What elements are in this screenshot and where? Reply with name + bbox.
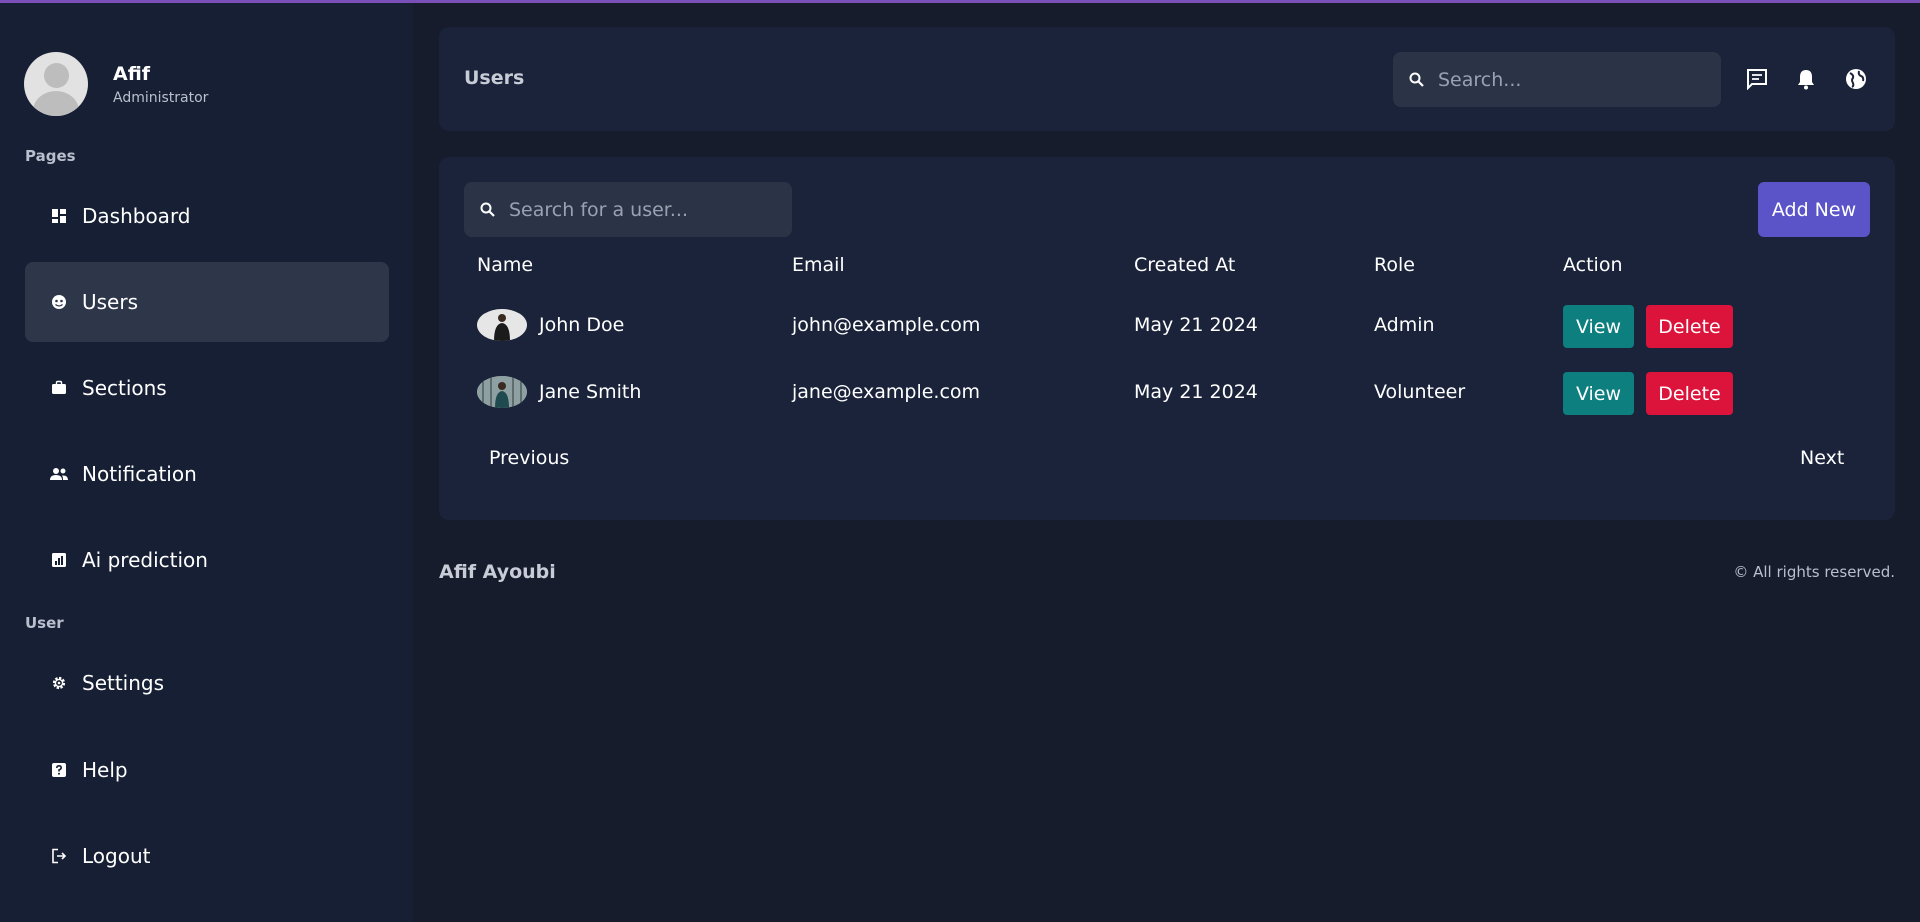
- view-button[interactable]: View: [1563, 305, 1634, 348]
- sidebar-item-help[interactable]: Help: [25, 730, 389, 810]
- sidebar-item-dashboard[interactable]: Dashboard: [25, 176, 389, 256]
- user-name: Jane Smith: [539, 381, 642, 403]
- dashboard-icon: [50, 207, 68, 225]
- briefcase-icon: [50, 379, 68, 397]
- column-header-name: Name: [477, 254, 534, 276]
- delete-button[interactable]: Delete: [1646, 305, 1733, 348]
- chart-icon: [50, 551, 68, 569]
- user-role: Volunteer: [1374, 381, 1466, 403]
- page-title: Users: [464, 67, 525, 89]
- sidebar-item-label: Notification: [82, 462, 197, 486]
- add-new-button[interactable]: Add New: [1758, 182, 1870, 237]
- globe-icon[interactable]: [1844, 67, 1868, 91]
- profile-role: Administrator: [113, 90, 209, 106]
- column-header-role: Role: [1374, 254, 1415, 276]
- user-email: jane@example.com: [792, 381, 981, 403]
- user-created-at: May 21 2024: [1134, 381, 1258, 403]
- gear-icon: [50, 674, 68, 692]
- sidebar-item-label: Logout: [82, 844, 151, 868]
- section-label-user: User: [25, 614, 64, 632]
- search-icon: [479, 201, 497, 219]
- people-icon: [50, 465, 68, 483]
- user-search[interactable]: [464, 182, 792, 237]
- user-avatar: [477, 309, 527, 341]
- search-icon: [1408, 71, 1426, 89]
- delete-button[interactable]: Delete: [1646, 372, 1733, 415]
- header-search-input[interactable]: [1438, 68, 1698, 91]
- top-header: Users: [439, 27, 1895, 131]
- user-created-at: May 21 2024: [1134, 314, 1258, 336]
- sidebar-item-label: Help: [82, 758, 128, 782]
- user-avatar: [477, 376, 527, 408]
- sidebar-item-label: Dashboard: [82, 204, 191, 228]
- bell-icon[interactable]: [1794, 67, 1818, 91]
- chat-icon[interactable]: [1745, 67, 1769, 91]
- previous-button[interactable]: Previous: [489, 447, 569, 469]
- next-button[interactable]: Next: [1800, 447, 1844, 469]
- profile-name: Afif: [113, 63, 151, 85]
- sidebar-item-notification[interactable]: Notification: [25, 434, 389, 514]
- sidebar-item-settings[interactable]: Settings: [25, 643, 389, 723]
- column-header-email: Email: [792, 254, 845, 276]
- user-profile[interactable]: Afif Administrator: [24, 52, 208, 116]
- user-email: john@example.com: [792, 314, 981, 336]
- sidebar-item-label: Ai prediction: [82, 548, 208, 572]
- column-header-action: Action: [1563, 254, 1623, 276]
- sidebar-item-users[interactable]: Users: [25, 262, 389, 342]
- logout-icon: [50, 847, 68, 865]
- help-icon: [50, 761, 68, 779]
- column-header-created-at: Created At: [1134, 254, 1236, 276]
- user-role: Admin: [1374, 314, 1435, 336]
- user-search-input[interactable]: [509, 198, 779, 221]
- sidebar-item-label: Settings: [82, 671, 165, 695]
- header-search[interactable]: [1393, 52, 1721, 107]
- avatar: [24, 52, 88, 116]
- sidebar-item-label: Sections: [82, 376, 167, 400]
- sidebar-item-sections[interactable]: Sections: [25, 348, 389, 428]
- section-label-pages: Pages: [25, 147, 76, 165]
- users-card: Add New Name Email Created At Role Actio…: [439, 157, 1895, 520]
- footer-copyright: © All rights reserved.: [1733, 563, 1895, 581]
- users-icon: [50, 293, 68, 311]
- sidebar-item-label: Users: [82, 290, 139, 314]
- sidebar-item-ai-prediction[interactable]: Ai prediction: [25, 520, 389, 600]
- sidebar: Afif Administrator Pages Dashboard Users…: [0, 3, 413, 922]
- user-name: John Doe: [539, 314, 625, 336]
- view-button[interactable]: View: [1563, 372, 1634, 415]
- footer-author: Afif Ayoubi: [439, 561, 556, 583]
- sidebar-item-logout[interactable]: Logout: [25, 816, 389, 896]
